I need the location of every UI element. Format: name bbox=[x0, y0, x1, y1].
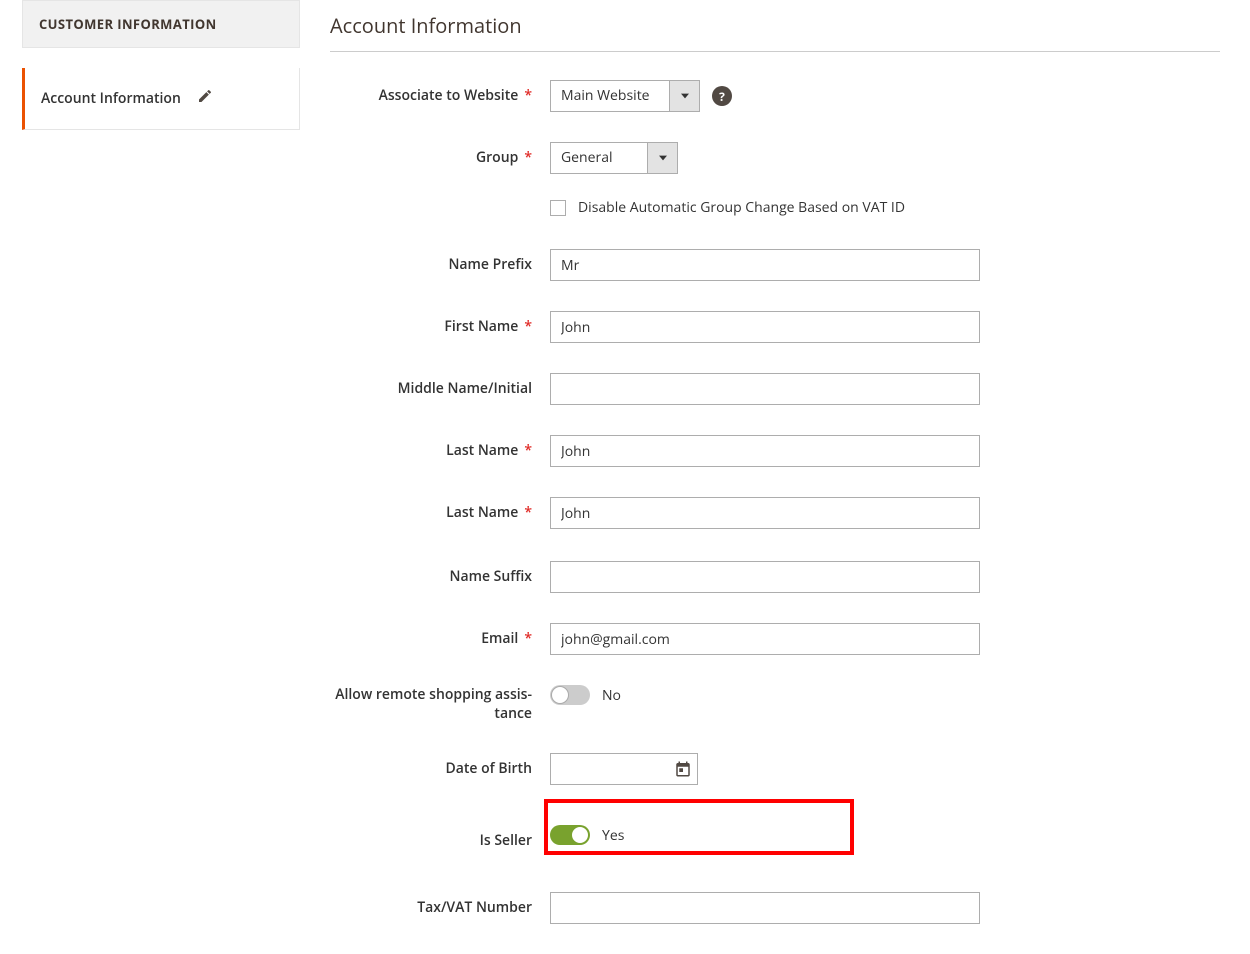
sidebar-item-label: Account Information bbox=[41, 89, 181, 108]
chevron-down-icon[interactable] bbox=[647, 143, 677, 173]
remote-assist-toggle[interactable] bbox=[550, 685, 590, 705]
last-name-input-2[interactable] bbox=[550, 497, 980, 529]
middle-name-input[interactable] bbox=[550, 373, 980, 405]
is-seller-toggle[interactable] bbox=[550, 825, 590, 845]
label-is-seller: Is Seller bbox=[330, 825, 550, 850]
disable-auto-group-label: Disable Automatic Group Change Based on … bbox=[578, 198, 905, 217]
label-remote-assist: Allow remote shopping assis­tance bbox=[330, 685, 550, 723]
label-dob: Date of Birth bbox=[330, 753, 550, 778]
remote-assist-value: No bbox=[602, 686, 621, 705]
sidebar-item-account-information[interactable]: Account Information bbox=[22, 68, 300, 130]
name-prefix-input[interactable] bbox=[550, 249, 980, 281]
sidebar-header: CUSTOMER INFORMATION bbox=[22, 0, 300, 48]
section-title: Account Information bbox=[330, 0, 1220, 52]
help-icon[interactable]: ? bbox=[712, 86, 732, 106]
label-group: Group* bbox=[330, 142, 550, 167]
label-name-prefix: Name Prefix bbox=[330, 249, 550, 274]
associate-website-select[interactable]: Main Website bbox=[550, 80, 700, 112]
group-value: General bbox=[551, 143, 647, 173]
label-last-name: Last Name* bbox=[330, 435, 550, 460]
label-last-name-2: Last Name* bbox=[330, 497, 550, 522]
disable-auto-group-checkbox[interactable] bbox=[550, 200, 566, 216]
toggle-knob bbox=[571, 826, 589, 844]
label-email: Email* bbox=[330, 623, 550, 648]
chevron-down-icon[interactable] bbox=[669, 81, 699, 111]
is-seller-value: Yes bbox=[602, 826, 624, 845]
label-associate-website: Associate to Website* bbox=[330, 80, 550, 105]
sidebar: CUSTOMER INFORMATION Account Information bbox=[22, 0, 300, 954]
calendar-icon[interactable] bbox=[672, 758, 694, 780]
group-select[interactable]: General bbox=[550, 142, 678, 174]
label-first-name: First Name* bbox=[330, 311, 550, 336]
email-input[interactable] bbox=[550, 623, 980, 655]
pencil-icon bbox=[197, 88, 213, 109]
associate-website-value: Main Website bbox=[551, 81, 669, 111]
first-name-input[interactable] bbox=[550, 311, 980, 343]
last-name-input[interactable] bbox=[550, 435, 980, 467]
main-content: Account Information Associate to Website… bbox=[300, 0, 1250, 954]
tax-vat-input[interactable] bbox=[550, 892, 980, 924]
label-middle-name: Middle Name/Initial bbox=[330, 373, 550, 398]
name-suffix-input[interactable] bbox=[550, 561, 980, 593]
label-tax-vat: Tax/VAT Number bbox=[330, 892, 550, 917]
toggle-knob bbox=[551, 686, 569, 704]
label-name-suffix: Name Suffix bbox=[330, 561, 550, 586]
